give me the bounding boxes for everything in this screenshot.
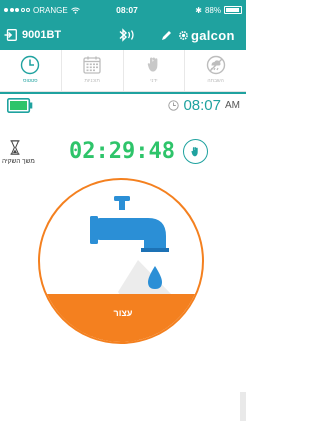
brand-name: galcon [191,27,235,43]
hand-icon [191,146,198,156]
stop-watering-button[interactable]: עצור [38,178,204,344]
status-bar: ORANGE 08:07 ✱ 88% [0,0,246,20]
tab-programs[interactable]: תוכניות [62,50,124,91]
stop-section[interactable]: עצור [40,294,202,342]
tab-bar: סטטוס תוכניות ידני השבתה [0,50,246,92]
wifi-icon [70,7,80,14]
battery-info: ✱ 88% [164,6,242,15]
tab-status[interactable]: סטטוס [0,50,62,91]
manual-watering-button[interactable] [183,139,208,164]
carrier-name: ORANGE [33,5,68,15]
pencil-icon [161,30,171,40]
battery-icon [224,6,242,14]
app-header: 9001BT galcon [0,20,246,50]
edge-strip [240,392,246,421]
current-time: 08:07 [183,97,221,114]
tab-rain-off-label: השבתה [207,78,224,84]
bluetooth-small-icon: ✱ [195,5,202,15]
calendar-icon [83,56,101,74]
controller-battery-icon [7,98,33,113]
tab-status-label: סטטוס [23,78,38,84]
exit-icon[interactable] [4,29,17,41]
tab-programs-label: תוכניות [84,78,100,84]
tab-rain-off[interactable]: השבתה [185,50,246,91]
tab-manual-label: ידני [150,78,158,84]
hourglass-icon [10,140,20,155]
battery-percent: 88% [204,5,221,15]
gear-logo-icon [179,30,188,40]
status-time: 08:07 [116,5,138,15]
clock-icon [21,55,40,75]
brand-logo: galcon [178,28,242,43]
signal-icon [4,8,30,12]
duration-label: משך השקיה [2,158,35,165]
rain-off-icon [206,55,225,75]
clock-small-icon [168,100,180,111]
current-time-row: 08:07 AM [168,97,240,114]
edit-button[interactable] [154,30,178,41]
stop-label: עצור [113,308,133,318]
carrier-info: ORANGE [4,6,90,15]
bluetooth-button[interactable] [100,28,154,42]
device-name: 9001BT [22,29,62,41]
hand-icon [147,57,158,72]
device-selector[interactable]: 9001BT [4,29,100,41]
bluetooth-connected-icon [119,28,134,42]
countdown-timer: 02:29:48 [69,139,175,164]
current-time-ampm: AM [225,100,240,111]
tab-manual[interactable]: ידני [124,50,186,91]
tab-separator [0,92,246,94]
